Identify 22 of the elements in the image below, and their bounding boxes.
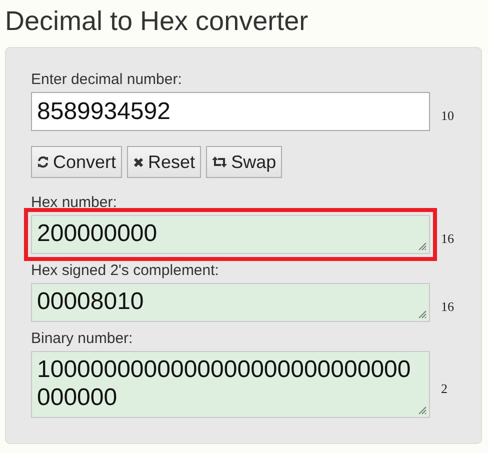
output-field[interactable]: 200000000 [31, 215, 430, 254]
base-label: 2 [441, 380, 448, 396]
close-icon [133, 156, 144, 168]
field-label: Enter decimal number: [31, 71, 182, 88]
field-label: Hex number: [31, 194, 117, 211]
base-label: 16 [441, 298, 454, 314]
input-field[interactable]: 8589934592 [31, 92, 430, 131]
base-label: 10 [441, 108, 454, 124]
resize-grip-icon[interactable] [418, 406, 427, 415]
field-label: Hex signed 2's complement: [31, 262, 219, 279]
convert-button[interactable]: Convert [31, 146, 122, 178]
swap-icon [212, 156, 228, 168]
output-field[interactable]: 00008010 [31, 283, 430, 322]
output-field[interactable]: 1000000000000000000000000000000000 [31, 351, 430, 418]
page-title: Decimal to Hex converter [5, 5, 310, 38]
resize-grip-icon[interactable] [418, 242, 427, 251]
field-label: Binary number: [31, 330, 133, 347]
refresh-icon [37, 156, 49, 168]
resize-grip-icon[interactable] [418, 310, 427, 319]
swap-button[interactable]: Swap [206, 146, 282, 178]
reset-button[interactable]: Reset [127, 146, 202, 178]
base-label: 16 [441, 230, 454, 246]
